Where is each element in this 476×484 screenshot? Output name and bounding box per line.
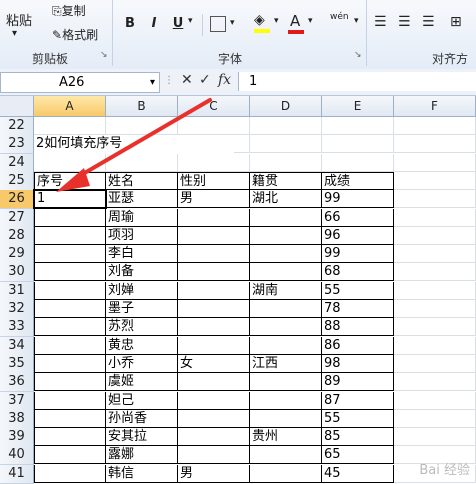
watermark: Bai 经验: [419, 463, 470, 478]
arrow-head: [56, 168, 90, 192]
annotation-arrow: [56, 98, 212, 192]
arrow-shaft: [74, 98, 212, 180]
